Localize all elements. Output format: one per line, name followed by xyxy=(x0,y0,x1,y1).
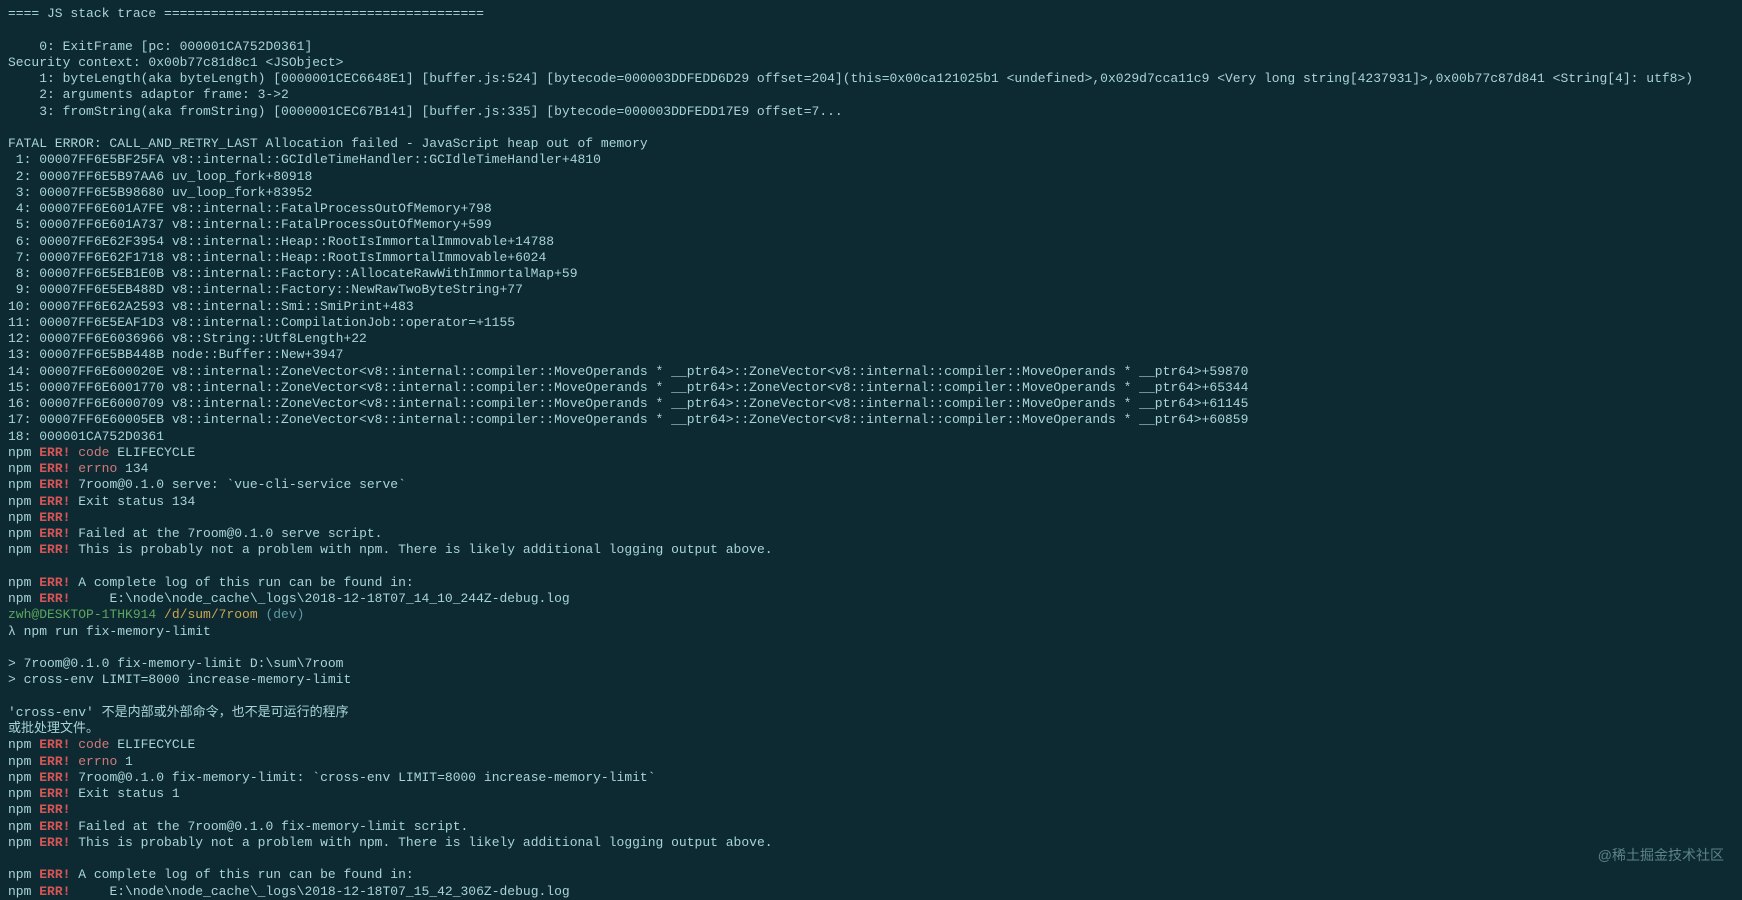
npm-error-line: npm ERR! Failed at the 7room@0.1.0 serve… xyxy=(8,526,1734,542)
stack-frame: 3: fromString(aka fromString) [0000001CE… xyxy=(8,104,1734,120)
terminal-line xyxy=(8,640,1734,656)
terminal-output: ==== JS stack trace ====================… xyxy=(8,6,1734,900)
npm-error-line: npm ERR! code ELIFECYCLE xyxy=(8,737,1734,753)
npm-run-line: > 7room@0.1.0 fix-memory-limit D:\sum\7r… xyxy=(8,656,1734,672)
native-frame: 14: 00007FF6E600020E v8::internal::ZoneV… xyxy=(8,364,1734,380)
native-frame: 17: 00007FF6E60005EB v8::internal::ZoneV… xyxy=(8,412,1734,428)
fatal-error: FATAL ERROR: CALL_AND_RETRY_LAST Allocat… xyxy=(8,136,1734,152)
native-frame: 18: 000001CA752D0361 xyxy=(8,429,1734,445)
npm-error-line: npm ERR! xyxy=(8,510,1734,526)
native-frame: 15: 00007FF6E6001770 v8::internal::ZoneV… xyxy=(8,380,1734,396)
error-message-cn: 'cross-env' 不是内部或外部命令，也不是可运行的程序 xyxy=(8,705,1734,721)
stack-frame: 0: ExitFrame [pc: 000001CA752D0361] xyxy=(8,39,1734,55)
npm-error-line: npm ERR! Failed at the 7room@0.1.0 fix-m… xyxy=(8,819,1734,835)
native-frame: 16: 00007FF6E6000709 v8::internal::ZoneV… xyxy=(8,396,1734,412)
native-frame: 4: 00007FF6E601A7FE v8::internal::FatalP… xyxy=(8,201,1734,217)
terminal-line xyxy=(8,120,1734,136)
terminal-line xyxy=(8,22,1734,38)
watermark: @稀土掘金技术社区 xyxy=(1598,847,1724,865)
npm-error-line: npm ERR! Exit status 1 xyxy=(8,786,1734,802)
native-frame: 8: 00007FF6E5EB1E0B v8::internal::Factor… xyxy=(8,266,1734,282)
npm-error-line: npm ERR! errno 1 xyxy=(8,754,1734,770)
npm-error-line: npm ERR! errno 134 xyxy=(8,461,1734,477)
npm-error-line: npm ERR! xyxy=(8,802,1734,818)
terminal-line xyxy=(8,851,1734,867)
native-frame: 12: 00007FF6E6036966 v8::String::Utf8Len… xyxy=(8,331,1734,347)
native-frame: 7: 00007FF6E62F1718 v8::internal::Heap::… xyxy=(8,250,1734,266)
shell-prompt: zwh@DESKTOP-1THK914 /d/sum/7room (dev) xyxy=(8,607,1734,623)
npm-error-line: npm ERR! This is probably not a problem … xyxy=(8,835,1734,851)
terminal-line xyxy=(8,689,1734,705)
native-frame: 10: 00007FF6E62A2593 v8::internal::Smi::… xyxy=(8,299,1734,315)
stack-frame: 2: arguments adaptor frame: 3->2 xyxy=(8,87,1734,103)
npm-error-line: npm ERR! code ELIFECYCLE xyxy=(8,445,1734,461)
error-message-cn: 或批处理文件。 xyxy=(8,721,1734,737)
npm-error-line: npm ERR! A complete log of this run can … xyxy=(8,867,1734,883)
npm-error-line: npm ERR! This is probably not a problem … xyxy=(8,542,1734,558)
native-frame: 11: 00007FF6E5EAF1D3 v8::internal::Compi… xyxy=(8,315,1734,331)
npm-run-line: > cross-env LIMIT=8000 increase-memory-l… xyxy=(8,672,1734,688)
stack-frame: Security context: 0x00b77c81d8c1 <JSObje… xyxy=(8,55,1734,71)
npm-error-line: npm ERR! 7room@0.1.0 fix-memory-limit: `… xyxy=(8,770,1734,786)
npm-error-line: npm ERR! 7room@0.1.0 serve: `vue-cli-ser… xyxy=(8,477,1734,493)
command-input: λ npm run fix-memory-limit xyxy=(8,624,1734,640)
native-frame: 6: 00007FF6E62F3954 v8::internal::Heap::… xyxy=(8,234,1734,250)
native-frame: 13: 00007FF6E5BB448B node::Buffer::New+3… xyxy=(8,347,1734,363)
native-frame: 1: 00007FF6E5BF25FA v8::internal::GCIdle… xyxy=(8,152,1734,168)
stack-frame: 1: byteLength(aka byteLength) [0000001CE… xyxy=(8,71,1734,87)
native-frame: 9: 00007FF6E5EB488D v8::internal::Factor… xyxy=(8,282,1734,298)
native-frame: 5: 00007FF6E601A737 v8::internal::FatalP… xyxy=(8,217,1734,233)
native-frame: 3: 00007FF6E5B98680 uv_loop_fork+83952 xyxy=(8,185,1734,201)
npm-error-line: npm ERR! Exit status 134 xyxy=(8,494,1734,510)
npm-error-line: npm ERR! E:\node\node_cache\_logs\2018-1… xyxy=(8,591,1734,607)
terminal-line xyxy=(8,559,1734,575)
npm-error-line: npm ERR! A complete log of this run can … xyxy=(8,575,1734,591)
stack-trace-header: ==== JS stack trace ====================… xyxy=(8,6,1734,22)
native-frame: 2: 00007FF6E5B97AA6 uv_loop_fork+80918 xyxy=(8,169,1734,185)
